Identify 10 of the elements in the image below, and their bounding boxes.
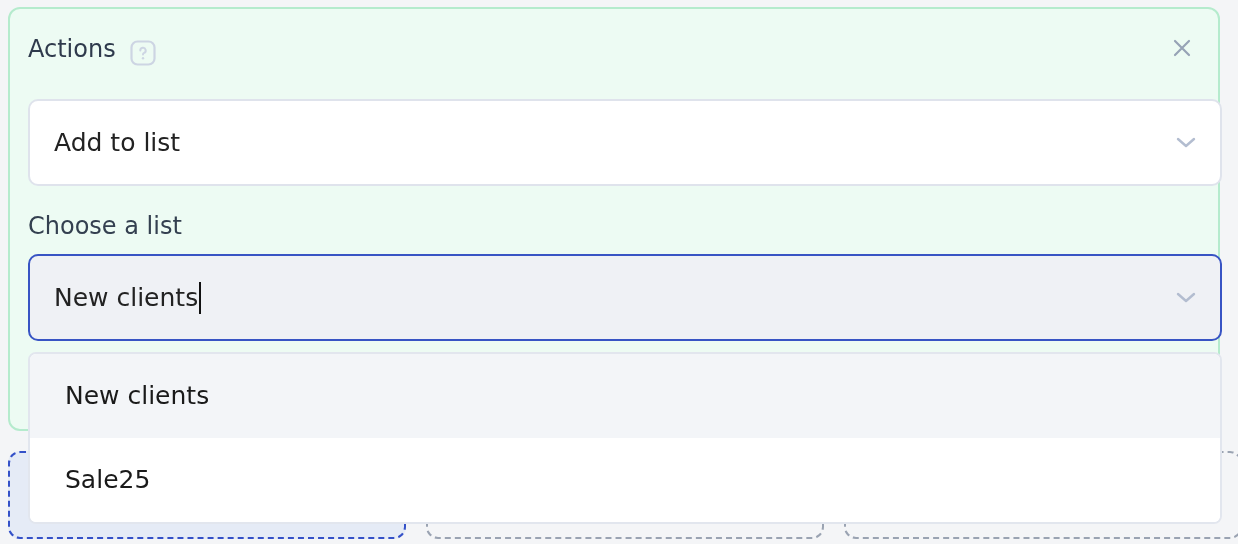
chevron-icon [1176,136,1196,149]
drop-zone[interactable] [844,451,1238,539]
field-label: Choose a list [28,211,183,242]
panel-title: Actions [28,35,116,63]
list-field[interactable]: New clients [28,254,1222,341]
close-icon[interactable] [1172,38,1192,58]
help-icon[interactable] [129,40,156,66]
chevron-icon [1176,291,1196,304]
dropdown-option[interactable]: New clients [30,354,1220,438]
action-select[interactable]: Add to list [28,99,1222,186]
